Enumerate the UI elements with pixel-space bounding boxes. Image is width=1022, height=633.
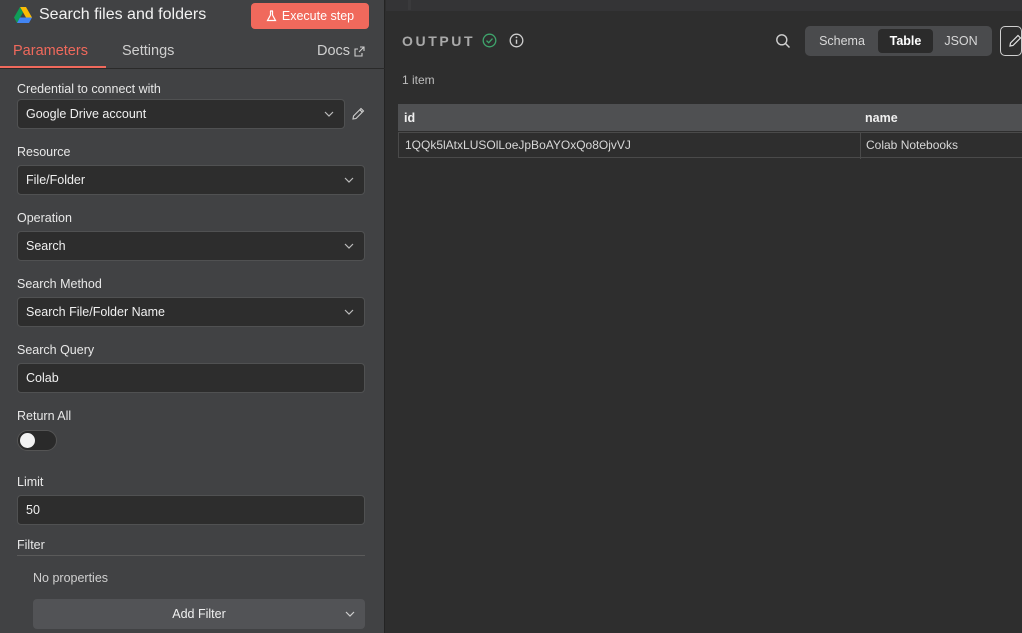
node-header: Search files and folders Execute step [0, 0, 385, 32]
search-method-label: Search Method [17, 277, 102, 291]
resource-label: Resource [17, 145, 71, 159]
add-filter-label: Add Filter [172, 607, 226, 621]
flask-icon [266, 10, 277, 22]
search-method-value: Search File/Folder Name [26, 305, 165, 319]
check-circle-icon [482, 33, 497, 48]
item-count: 1 item [402, 73, 435, 87]
execute-step-label: Execute step [281, 9, 355, 23]
cell-name: Colab Notebooks [866, 138, 959, 152]
output-panel: OUTPUT Schema Table JSON 1 item id name … [386, 0, 1022, 633]
execute-step-button[interactable]: Execute step [251, 3, 369, 29]
search-query-label: Search Query [17, 343, 95, 357]
return-all-label: Return All [17, 409, 72, 423]
parameter-tabs: Parameters Settings Docs [0, 32, 385, 69]
view-json-button[interactable]: JSON [936, 29, 986, 53]
node-parameters-panel: Search files and folders Execute step Pa… [0, 0, 385, 633]
active-tab-indicator [0, 66, 106, 68]
credential-label: Credential to connect with [17, 82, 161, 96]
column-header-id: id [404, 111, 416, 125]
view-table-button[interactable]: Table [878, 29, 933, 53]
node-title: Search files and folders [39, 6, 207, 23]
column-header-name: name [865, 111, 898, 125]
chevron-down-icon [344, 177, 354, 183]
chevron-down-icon [344, 309, 354, 315]
resource-value: File/Folder [26, 173, 86, 187]
limit-label: Limit [17, 475, 44, 489]
table-header-row: id name [398, 104, 1022, 131]
filter-divider [17, 555, 365, 556]
resource-select[interactable]: File/Folder [17, 165, 365, 195]
google-drive-icon [14, 7, 32, 23]
pencil-icon [1009, 34, 1022, 47]
search-query-input[interactable]: Colab [17, 363, 365, 393]
chevron-down-icon [344, 243, 354, 249]
credential-select[interactable]: Google Drive account [17, 99, 345, 129]
docs-label: Docs [317, 43, 351, 59]
cell-id: 1QQk5lAtxLUSOlLoeJpBoAYOxQo8OjvVJ [405, 138, 631, 152]
view-schema-button[interactable]: Schema [809, 29, 875, 53]
chevron-down-icon [345, 611, 355, 617]
info-icon[interactable] [509, 33, 524, 48]
output-title: OUTPUT [402, 33, 476, 49]
docs-link[interactable]: Docs [317, 43, 365, 59]
strip-mark [408, 0, 411, 10]
limit-input[interactable]: 50 [17, 495, 365, 525]
search-method-select[interactable]: Search File/Folder Name [17, 297, 365, 327]
chevron-down-icon [324, 111, 334, 117]
external-link-icon [354, 45, 365, 57]
view-mode-switch: Schema Table JSON [805, 26, 992, 56]
operation-select[interactable]: Search [17, 231, 365, 261]
tab-parameters[interactable]: Parameters [13, 43, 88, 59]
search-icon[interactable] [775, 33, 791, 49]
tab-settings[interactable]: Settings [122, 43, 174, 59]
credential-value: Google Drive account [26, 107, 147, 121]
toggle-knob [20, 433, 35, 448]
column-separator [860, 133, 861, 159]
operation-label: Operation [17, 211, 72, 225]
no-properties-text: No properties [33, 571, 109, 585]
pencil-icon[interactable] [351, 107, 365, 121]
return-all-toggle[interactable] [17, 430, 57, 451]
filter-label: Filter [17, 538, 45, 552]
edit-output-button[interactable] [1000, 26, 1022, 56]
operation-value: Search [26, 239, 66, 253]
table-row: 1QQk5lAtxLUSOlLoeJpBoAYOxQo8OjvVJ Colab … [398, 132, 1022, 159]
top-strip [386, 0, 1022, 11]
add-filter-button[interactable]: Add Filter [33, 599, 365, 629]
